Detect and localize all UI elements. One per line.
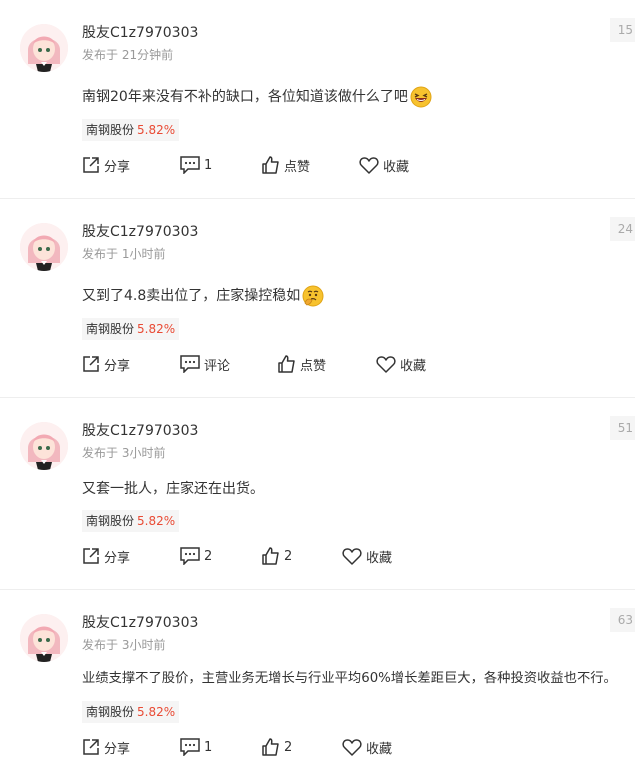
post-content[interactable]: 业绩支撑不了股价，主营业务无增长与行业平均60%增长差距巨大，各种投资收益也不行… [82,668,617,690]
share-icon [83,356,99,372]
stock-change: 5.82% [137,705,176,719]
share-icon [83,157,99,173]
floor-number: 63 [610,608,635,632]
post-time: 发布于 3小时前 [82,638,166,652]
comment-count: 1 [204,157,213,173]
collect-button[interactable]: 收藏 [342,735,392,759]
thinking-emoji-icon [302,285,324,307]
like-label: 点赞 [284,159,311,175]
stock-change: 5.82% [137,514,176,528]
post-item: 股友C1z7970303 发布于 1小时前 24 又到了4.8卖出位了，庄家操控… [0,199,635,398]
like-count: 2 [284,548,293,564]
floor-number: 15 [610,18,635,42]
floor-number: 24 [610,217,635,241]
laughing-emoji-icon [410,86,432,108]
stock-change: 5.82% [137,123,176,137]
share-icon [83,739,99,755]
comment-icon [180,738,200,756]
thumbs-up-icon [262,156,279,174]
collect-label: 收藏 [366,550,393,566]
heart-icon [342,548,362,565]
post-item: 股友C1z7970303 发布于 3小时前 63 业绩支撑不了股价，主营业务无增… [0,590,635,771]
username[interactable]: 股友C1z7970303 [82,421,198,441]
post-time: 发布于 3小时前 [82,446,166,460]
post-item: 股友C1z7970303 发布于 21分钟前 15 南钢20年来没有不补的缺口，… [0,0,635,199]
floor-number: 51 [610,416,635,440]
share-button[interactable]: 分享 [82,544,130,568]
stock-tag[interactable]: 南钢股份 5.82% [82,701,180,723]
stock-tag[interactable]: 南钢股份 5.82% [82,318,180,340]
comment-button[interactable]: 1 [180,153,212,177]
share-button[interactable]: 分享 [82,352,130,376]
heart-icon [342,739,362,756]
username[interactable]: 股友C1z7970303 [82,23,198,43]
stock-change: 5.82% [137,322,176,336]
comment-button[interactable]: 1 [180,735,212,759]
avatar[interactable] [20,422,68,470]
like-button[interactable]: 2 [262,544,292,568]
heart-icon [376,356,396,373]
like-button[interactable]: 点赞 [278,352,326,376]
username[interactable]: 股友C1z7970303 [82,222,198,242]
username[interactable]: 股友C1z7970303 [82,613,198,633]
share-label: 分享 [104,741,131,757]
share-label: 分享 [104,550,131,566]
like-button[interactable]: 2 [262,735,292,759]
avatar[interactable] [20,223,68,271]
like-label: 点赞 [300,358,327,374]
post-content-text: 南钢20年来没有不补的缺口，各位知道该做什么了吧 [82,89,408,105]
share-button[interactable]: 分享 [82,153,130,177]
post-content[interactable]: 又套一批人，庄家还在出货。 [82,478,264,500]
stock-tag[interactable]: 南钢股份 5.82% [82,119,180,141]
share-label: 分享 [104,159,131,175]
collect-button[interactable]: 收藏 [376,352,426,376]
collect-label: 收藏 [366,741,393,757]
comment-button[interactable]: 2 [180,544,212,568]
comment-count: 1 [204,739,213,755]
share-button[interactable]: 分享 [82,735,130,759]
share-label: 分享 [104,358,131,374]
avatar[interactable] [20,24,68,72]
stock-tag[interactable]: 南钢股份 5.82% [82,510,180,532]
post-content-text: 又到了4.8卖出位了，庄家操控稳如 [82,288,301,304]
comment-button[interactable]: 评论 [180,352,230,376]
stock-name: 南钢股份 [86,322,135,336]
stock-name: 南钢股份 [86,514,135,528]
post-content[interactable]: 南钢20年来没有不补的缺口，各位知道该做什么了吧 [82,86,432,108]
collect-button[interactable]: 收藏 [359,153,409,177]
comment-icon [180,547,200,565]
heart-icon [359,157,379,174]
post-feed: 股友C1z7970303 发布于 21分钟前 15 南钢20年来没有不补的缺口，… [0,0,635,771]
collect-label: 收藏 [383,159,410,175]
thumbs-up-icon [262,547,279,565]
comment-label: 评论 [204,358,231,374]
comment-icon [180,355,200,373]
share-icon [83,548,99,564]
collect-button[interactable]: 收藏 [342,544,392,568]
thumbs-up-icon [262,738,279,756]
post-content[interactable]: 又到了4.8卖出位了，庄家操控稳如 [82,285,324,307]
post-item: 股友C1z7970303 发布于 3小时前 51 又套一批人，庄家还在出货。 南… [0,398,635,590]
comment-count: 2 [204,548,213,564]
collect-label: 收藏 [400,358,427,374]
avatar[interactable] [20,614,68,662]
like-count: 2 [284,739,293,755]
post-time: 发布于 21分钟前 [82,48,174,62]
comment-icon [180,156,200,174]
like-button[interactable]: 点赞 [262,153,310,177]
thumbs-up-icon [278,355,295,373]
stock-name: 南钢股份 [86,123,135,137]
post-time: 发布于 1小时前 [82,247,166,261]
post-content-text: 又套一批人，庄家还在出货。 [82,481,264,497]
stock-name: 南钢股份 [86,705,135,719]
post-content-text: 业绩支撑不了股价，主营业务无增长与行业平均60%增长差距巨大，各种投资收益也不行… [82,671,617,686]
